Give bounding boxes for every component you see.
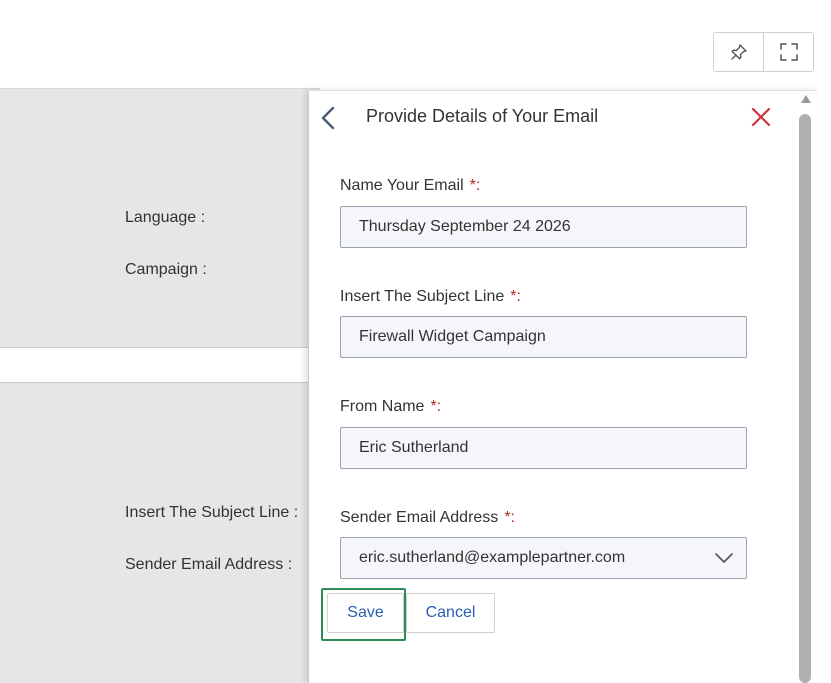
sender-email-label-text: Sender Email Address [340, 509, 499, 526]
close-icon [751, 107, 771, 127]
language-label: Language : [125, 209, 206, 226]
subject-line-field-label: Insert The Subject Line *: [340, 288, 521, 306]
chevron-left-icon [321, 106, 335, 130]
sender-email-field-label: Sender Email Address *: [340, 509, 515, 527]
background-settings-panel: Language : Campaign : [0, 88, 320, 348]
pin-button[interactable] [714, 33, 763, 71]
required-marker: *: [510, 288, 521, 305]
drawer-title: Provide Details of Your Email [366, 106, 599, 126]
sender-email-select[interactable]: eric.sutherland@examplepartner.com [340, 537, 747, 579]
subject-line-label: Insert The Subject Line : [125, 504, 299, 521]
save-button[interactable]: Save [327, 593, 404, 633]
view-toolbar [713, 32, 814, 72]
name-email-input[interactable] [340, 206, 747, 248]
required-marker: *: [504, 509, 515, 526]
chevron-down-icon [715, 553, 733, 563]
name-email-label: Name Your Email *: [340, 177, 480, 195]
pin-icon [730, 44, 747, 60]
scroll-thumb[interactable] [799, 114, 811, 683]
campaign-label: Campaign : [125, 261, 207, 278]
drawer-scrollbar[interactable] [799, 92, 813, 683]
sender-email-label: Sender Email Address : [125, 556, 293, 573]
email-details-drawer: Provide Details of Your Email Name Your … [308, 90, 817, 683]
fullscreen-button[interactable] [763, 33, 813, 71]
subject-line-input[interactable] [340, 316, 747, 358]
from-name-label: From Name *: [340, 398, 441, 416]
background-email-panel: Insert The Subject Line : Sender Email A… [0, 382, 320, 683]
sender-email-value: eric.sutherland@examplepartner.com [359, 549, 626, 566]
cancel-button[interactable]: Cancel [406, 593, 495, 633]
name-email-label-text: Name Your Email [340, 177, 464, 194]
fullscreen-icon [779, 43, 798, 61]
from-name-input[interactable] [340, 427, 747, 469]
scroll-up-button[interactable] [799, 94, 813, 106]
back-button[interactable] [317, 105, 339, 131]
required-marker: *: [469, 177, 481, 194]
triangle-up-icon [801, 95, 811, 103]
close-button[interactable] [749, 105, 773, 129]
subject-line-label-text: Insert The Subject Line [340, 288, 505, 305]
from-name-label-text: From Name [340, 398, 425, 415]
required-marker: *: [430, 398, 442, 415]
